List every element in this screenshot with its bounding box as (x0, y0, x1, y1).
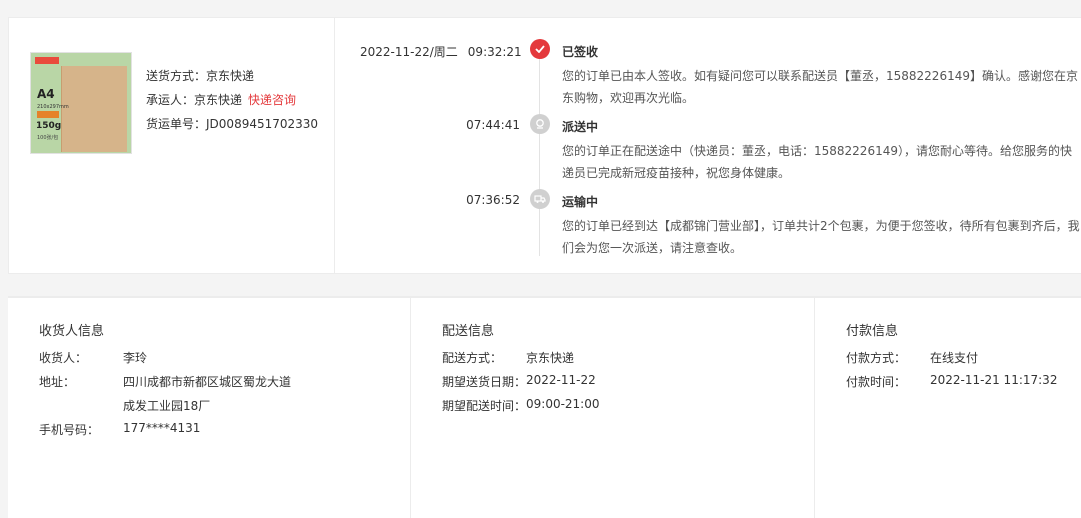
tracking-number-label: 货运单号： (146, 117, 207, 131)
timeline-time: 09:32:21 (467, 45, 522, 59)
order-info-card: 收货人信息 收货人： 李玲 地址： 四川成都市新都区城区蜀龙大道 成发工业园18… (8, 296, 1081, 518)
timeline-description: 您的订单正在配送途中（快递员：董丞，电话：15882226149），请您耐心等待… (562, 144, 1072, 180)
truck-icon (530, 189, 550, 209)
tracking-card: A4 210x297mm 150g 100张/包 送货方式：京东快递 承运人：京… (8, 17, 1081, 274)
shipping-method-label: 送货方式： (146, 69, 207, 83)
receiver-info-title: 收货人信息 (39, 324, 105, 339)
payment-time-value: 2022-11-21 11:17:32 (930, 373, 1058, 387)
timeline-datetime: 2022-11-22/周二 09:32:21 (360, 43, 522, 60)
product-size-label: A4 (37, 87, 55, 101)
check-icon (530, 39, 550, 59)
shipment-summary: A4 210x297mm 150g 100张/包 送货方式：京东快递 承运人：京… (9, 18, 335, 273)
timeline-description: 您的订单已经到达【成都锦门营业部】，订单共计2个包裹，为便于您签收，待所有包裹到… (562, 219, 1080, 255)
brand-logo (35, 57, 59, 64)
payment-info-title: 付款信息 (846, 324, 899, 339)
product-sub-label: 100张/包 (37, 135, 59, 141)
payment-time-label: 付款时间： (846, 375, 907, 389)
timeline-datetime: 07:36:52 (360, 193, 520, 207)
receiver-phone-value: 177****4131 (123, 421, 201, 435)
delivery-time-label: 期望配送时间： (442, 399, 527, 413)
delivery-method-value: 京东快递 (526, 351, 575, 365)
shipping-method-value: 京东快递 (206, 69, 255, 83)
payment-method-label: 付款方式： (846, 351, 907, 365)
delivery-date-row: 期望送货日期： 2022-11-22 (442, 373, 596, 390)
delivery-date-label: 期望送货日期： (442, 375, 527, 389)
carrier-row: 承运人：京东快递 快递咨询 (146, 88, 318, 112)
timeline-status: 派送中 (562, 120, 599, 134)
payment-time-row: 付款时间： 2022-11-21 11:17:32 (846, 373, 1057, 390)
timeline-time: 07:44:41 (466, 118, 520, 132)
kraft-paper-image (61, 66, 127, 152)
product-tag (37, 111, 59, 118)
carrier-value: 京东快递 (194, 93, 243, 107)
receiver-phone-label: 手机号码： (39, 423, 100, 437)
receiver-address-row: 地址： 四川成都市新都区城区蜀龙大道 (39, 373, 291, 390)
product-thumbnail[interactable]: A4 210x297mm 150g 100张/包 (30, 52, 132, 154)
tracking-number-value: JD0089451702330 (206, 117, 319, 131)
receiver-name-label: 收货人： (39, 351, 88, 365)
tracking-number-row: 货运单号：JD0089451702330 (146, 112, 318, 136)
delivery-info-title: 配送信息 (442, 324, 495, 339)
carrier-label: 承运人： (146, 93, 195, 107)
timeline-description: 您的订单已由本人签收。如有疑问您可以联系配送员【董丞，15882226149】确… (562, 69, 1078, 105)
timeline-status: 已签收 (562, 45, 599, 59)
receiver-address-line2: 成发工业园18厂 (123, 399, 211, 413)
timeline-line (539, 50, 540, 256)
shipping-info: 送货方式：京东快递 承运人：京东快递 快递咨询 货运单号：JD0089451702… (146, 64, 318, 136)
product-dims-label: 210x297mm (37, 104, 69, 110)
delivery-method-row: 配送方式： 京东快递 (442, 349, 574, 366)
receiver-info-section: 收货人信息 收货人： 李玲 地址： 四川成都市新都区城区蜀龙大道 成发工业园18… (8, 298, 411, 518)
delivery-time-row: 期望配送时间： 09:00-21:00 (442, 397, 600, 414)
delivery-date-value: 2022-11-22 (526, 373, 596, 387)
receiver-address-line1: 四川成都市新都区城区蜀龙大道 (123, 375, 292, 389)
courier-consult-link[interactable]: 快递咨询 (248, 93, 296, 107)
timeline-datetime: 07:44:41 (360, 118, 520, 132)
delivery-time-value: 09:00-21:00 (526, 397, 600, 411)
payment-method-value: 在线支付 (930, 351, 979, 365)
product-weight-label: 150g (36, 121, 62, 131)
payment-info-section: 付款信息 付款方式： 在线支付 付款时间： 2022-11-21 11:17:3… (815, 298, 1081, 518)
timeline-status: 运输中 (562, 195, 599, 209)
receiver-name-value: 李玲 (123, 351, 148, 365)
receiver-phone-row: 手机号码： 177****4131 (39, 421, 200, 438)
timeline-date: 2022-11-22/周二 (360, 45, 458, 59)
receiver-name-row: 收货人： 李玲 (39, 349, 147, 366)
delivery-icon (530, 114, 550, 134)
delivery-info-section: 配送信息 配送方式： 京东快递 期望送货日期： 2022-11-22 期望配送时… (411, 298, 815, 518)
payment-method-row: 付款方式： 在线支付 (846, 349, 978, 366)
receiver-address-label: 地址： (39, 375, 76, 389)
tracking-timeline: 2022-11-22/周二 09:32:21 已签收 您的订单已由本人签收。如有疑… (335, 18, 1081, 273)
delivery-method-label: 配送方式： (442, 351, 503, 365)
timeline-time: 07:36:52 (466, 193, 520, 207)
shipping-method-row: 送货方式：京东快递 (146, 64, 318, 88)
